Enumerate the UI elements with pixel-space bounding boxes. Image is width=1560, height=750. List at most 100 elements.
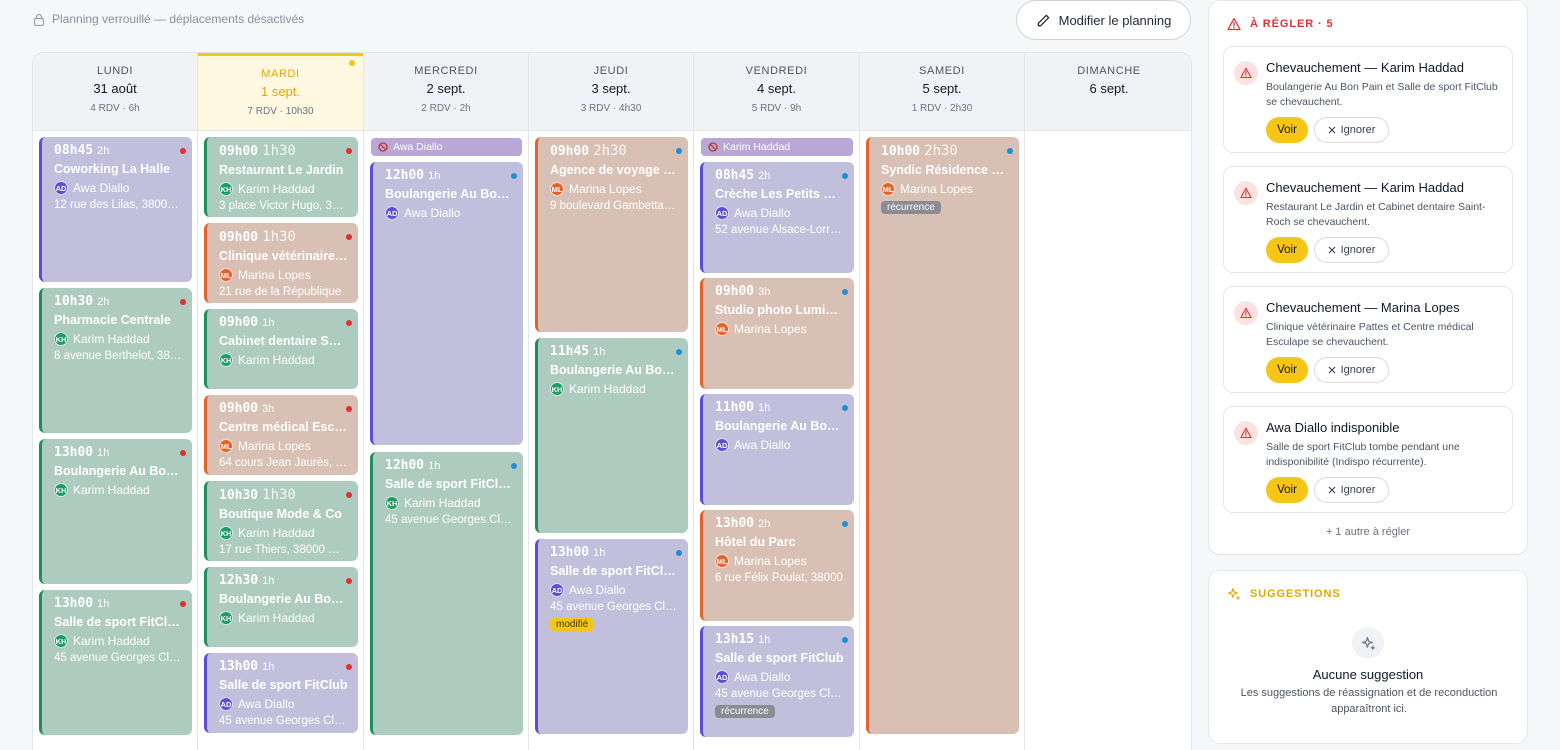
day-header[interactable]: MARDI 1 sept. 7 RDV · 10h30 [198,53,363,131]
day-rdv-count: 1 RDV [911,103,942,114]
unavailability-bar[interactable]: Awa Diallo [371,138,522,156]
appointment-title: Coworking La Halle [54,162,170,176]
day-header[interactable]: DIMANCHE 6 sept. [1025,53,1191,131]
view-button[interactable]: Voir [1266,237,1308,263]
day-header[interactable]: JEUDI 3 sept. 3 RDV · 4h30 [529,53,693,131]
suggestions-heading-text: SUGGESTIONS [1250,588,1341,600]
avatar: ML [219,439,233,453]
close-icon [1328,366,1335,374]
appointment-start: 13h00 [54,596,94,611]
appointment-time: 08h45 2h [715,168,844,183]
unavailability-bar[interactable]: Karim Haddad [701,138,853,156]
day-header[interactable]: MERCREDI 2 sept. 2 RDV · 2h [364,53,528,131]
status-dot [511,173,517,179]
view-button[interactable]: Voir [1266,357,1308,383]
avatar: AD [550,583,564,597]
appointment-card[interactable]: 11h001h Boulangerie Au Bon Pain AD Awa Dial… [700,394,854,505]
lock-icon [33,13,45,26]
day-stats: 1 RDV · 2h30 [860,103,1024,114]
avatar: AD [715,206,729,220]
alert-title: Chevauchement — Marina Lopes [1266,300,1460,315]
appointment-time: 09h00 2h30 [550,143,678,159]
appointment-card[interactable]: 13h00 2h Hôtel du Parc ML Marina Lopes 6 rue … [700,510,854,621]
appointment-card[interactable]: 08h45 2h Crèche Les Petits Pas AD Awa Diallo… [700,162,854,273]
appointment-assignee: KH Karim Haddad [219,611,348,625]
assignee-name: Awa Diallo [734,438,791,452]
appointment-card[interactable]: 08h45 2h Coworking La Halle AD Awa Diallo 12 … [39,137,192,282]
day-name: JEUDI [593,65,629,77]
warning-icon [1240,307,1252,319]
day-hours: 6h [128,103,140,114]
appointment-time: 09h00 3h [715,284,844,299]
appointment-card[interactable]: 13h00 1h Salle de sport FitClub AD Awa Diall… [535,539,688,734]
day-column-3: JEUDI 3 sept. 3 RDV · 4h30 09h00 2h30 Agence … [529,53,694,750]
alerts-panel: À RÉGLER · 5 Chevauchement — Karim Hadda… [1208,0,1528,555]
avatar: KH [385,496,399,510]
warning-icon [1240,187,1252,199]
day-column-6: DIMANCHE 6 sept. [1025,53,1191,750]
status-dot [842,173,848,179]
view-button[interactable]: Voir [1266,117,1308,143]
avatar: AD [715,670,729,684]
appointment-card[interactable]: 10h30 2h Pharmacie Centrale KH Karim Haddad 8… [39,288,192,433]
block-icon [708,142,718,152]
appointment-card[interactable]: 12h301h Boulangerie Au Bon Pain KH Karim Ha… [204,567,358,647]
appointment-card[interactable]: 12h001h Boulangerie Au Bon Pain AD Awa Dial… [370,162,523,445]
appointment-time: 11h00 1h [715,400,844,415]
appointment-duration: 1h [262,317,275,329]
day-column-1: MARDI 1 sept. 7 RDV · 10h30 09h00 1h30 Restau… [198,53,364,750]
appointment-start: 13h15 [715,632,755,647]
day-header[interactable]: SAMEDI 5 sept. 1 RDV · 2h30 [860,53,1024,131]
day-rdv-count: 5 RDV [751,103,782,114]
avatar: KH [219,353,233,367]
appointment-card[interactable]: 13h00 1h Salle de sport FitClub KH Karim Had… [39,590,192,735]
appointment-assignee: AD Awa Diallo [385,206,513,220]
ignore-button[interactable]: Ignorer [1314,117,1389,143]
appointment-assignee: AD Awa Diallo [219,697,348,711]
appointment-duration: 1h [262,575,275,587]
appointment-title: Pharmacie Centrale [54,313,171,327]
status-dot [346,234,352,240]
appointment-card[interactable]: 09h00 1h30 Restaurant Le Jardin KH Karim Had… [204,137,358,217]
day-stats-separator: · [450,103,460,114]
appointment-assignee: ML Marina Lopes [715,322,844,336]
appointment-card[interactable]: 13h001h Boulangerie Au Bon Pain KH Karim Ha… [39,439,192,584]
appointment-assignee: ML Marina Lopes [550,182,678,196]
edit-planning-button[interactable]: Modifier le planning [1016,0,1191,40]
appointment-card[interactable]: 13h00 1h Salle de sport FitClub AD Awa Diall… [204,653,358,733]
appointment-time: 09h00 1h30 [219,143,348,159]
appointment-card[interactable]: 11h451h Boulangerie Au Bon Pain KH Karim Ha… [535,338,688,533]
appointment-card[interactable]: 09h002h30 Agence de voyage Horizon ML Marin… [535,137,688,332]
day-header[interactable]: LUNDI 31 août 4 RDV · 6h [33,53,197,131]
appointment-start: 13h00 [715,516,755,531]
appointment-card[interactable]: 10h30 1h30 Boutique Mode & Co KH Karim Hadda… [204,481,358,561]
assignee-name: Karim Haddad [238,611,315,625]
appointment-card[interactable]: 09h001h30 Clinique vétérinaire Pattes ML Ma… [204,223,358,303]
day-stats-separator: · [610,103,620,114]
day-column-5: SAMEDI 5 sept. 1 RDV · 2h30 10h00 2h30 Syndic… [860,53,1025,750]
warning-icon [1240,67,1252,79]
warning-icon [1240,427,1252,439]
day-stats-separator: · [119,103,129,114]
appointment-address: 17 rue Thiers, 38000 Grenoble [219,544,348,556]
edit-planning-label: Modifier le planning [1058,12,1172,28]
more-alerts-link[interactable]: + 1 autre à régler [1209,526,1527,538]
appointment-time: 12h00 1h [385,458,513,473]
appointment-card[interactable]: 10h002h30 Syndic Résidence Les Cèdres ML Ma… [866,137,1019,734]
appointment-card[interactable]: 13h15 1h Salle de sport FitClub AD Awa Diall… [700,626,854,737]
appointment-assignee: KH Karim Haddad [219,353,348,367]
ignore-button[interactable]: Ignorer [1314,477,1389,503]
appointment-card[interactable]: 09h00 3h Studio photo Lumière ML Marina Lope… [700,278,854,389]
appointment-time: 10h30 1h30 [219,487,348,503]
appointment-card[interactable]: 09h003h Centre médical Esculape ML Marina L… [204,395,358,475]
appointment-duration: 1h [428,460,441,472]
appointment-card[interactable]: 12h00 1h Salle de sport FitClub KH Karim Had… [370,452,523,735]
appointment-address: 12 rue des Lilas, 38000 Grenoble [54,199,182,211]
day-column-4: VENDREDI 4 sept. 5 RDV · 9h Karim Haddad 08h… [694,53,860,750]
appointment-card[interactable]: 09h001h Cabinet dentaire Saint-Roch KH Kari… [204,309,358,389]
day-header[interactable]: VENDREDI 4 sept. 5 RDV · 9h [694,53,859,131]
ignore-button[interactable]: Ignorer [1314,237,1389,263]
unavailability-person: Awa Diallo [393,141,443,153]
view-button[interactable]: Voir [1266,477,1308,503]
ignore-button[interactable]: Ignorer [1314,357,1389,383]
